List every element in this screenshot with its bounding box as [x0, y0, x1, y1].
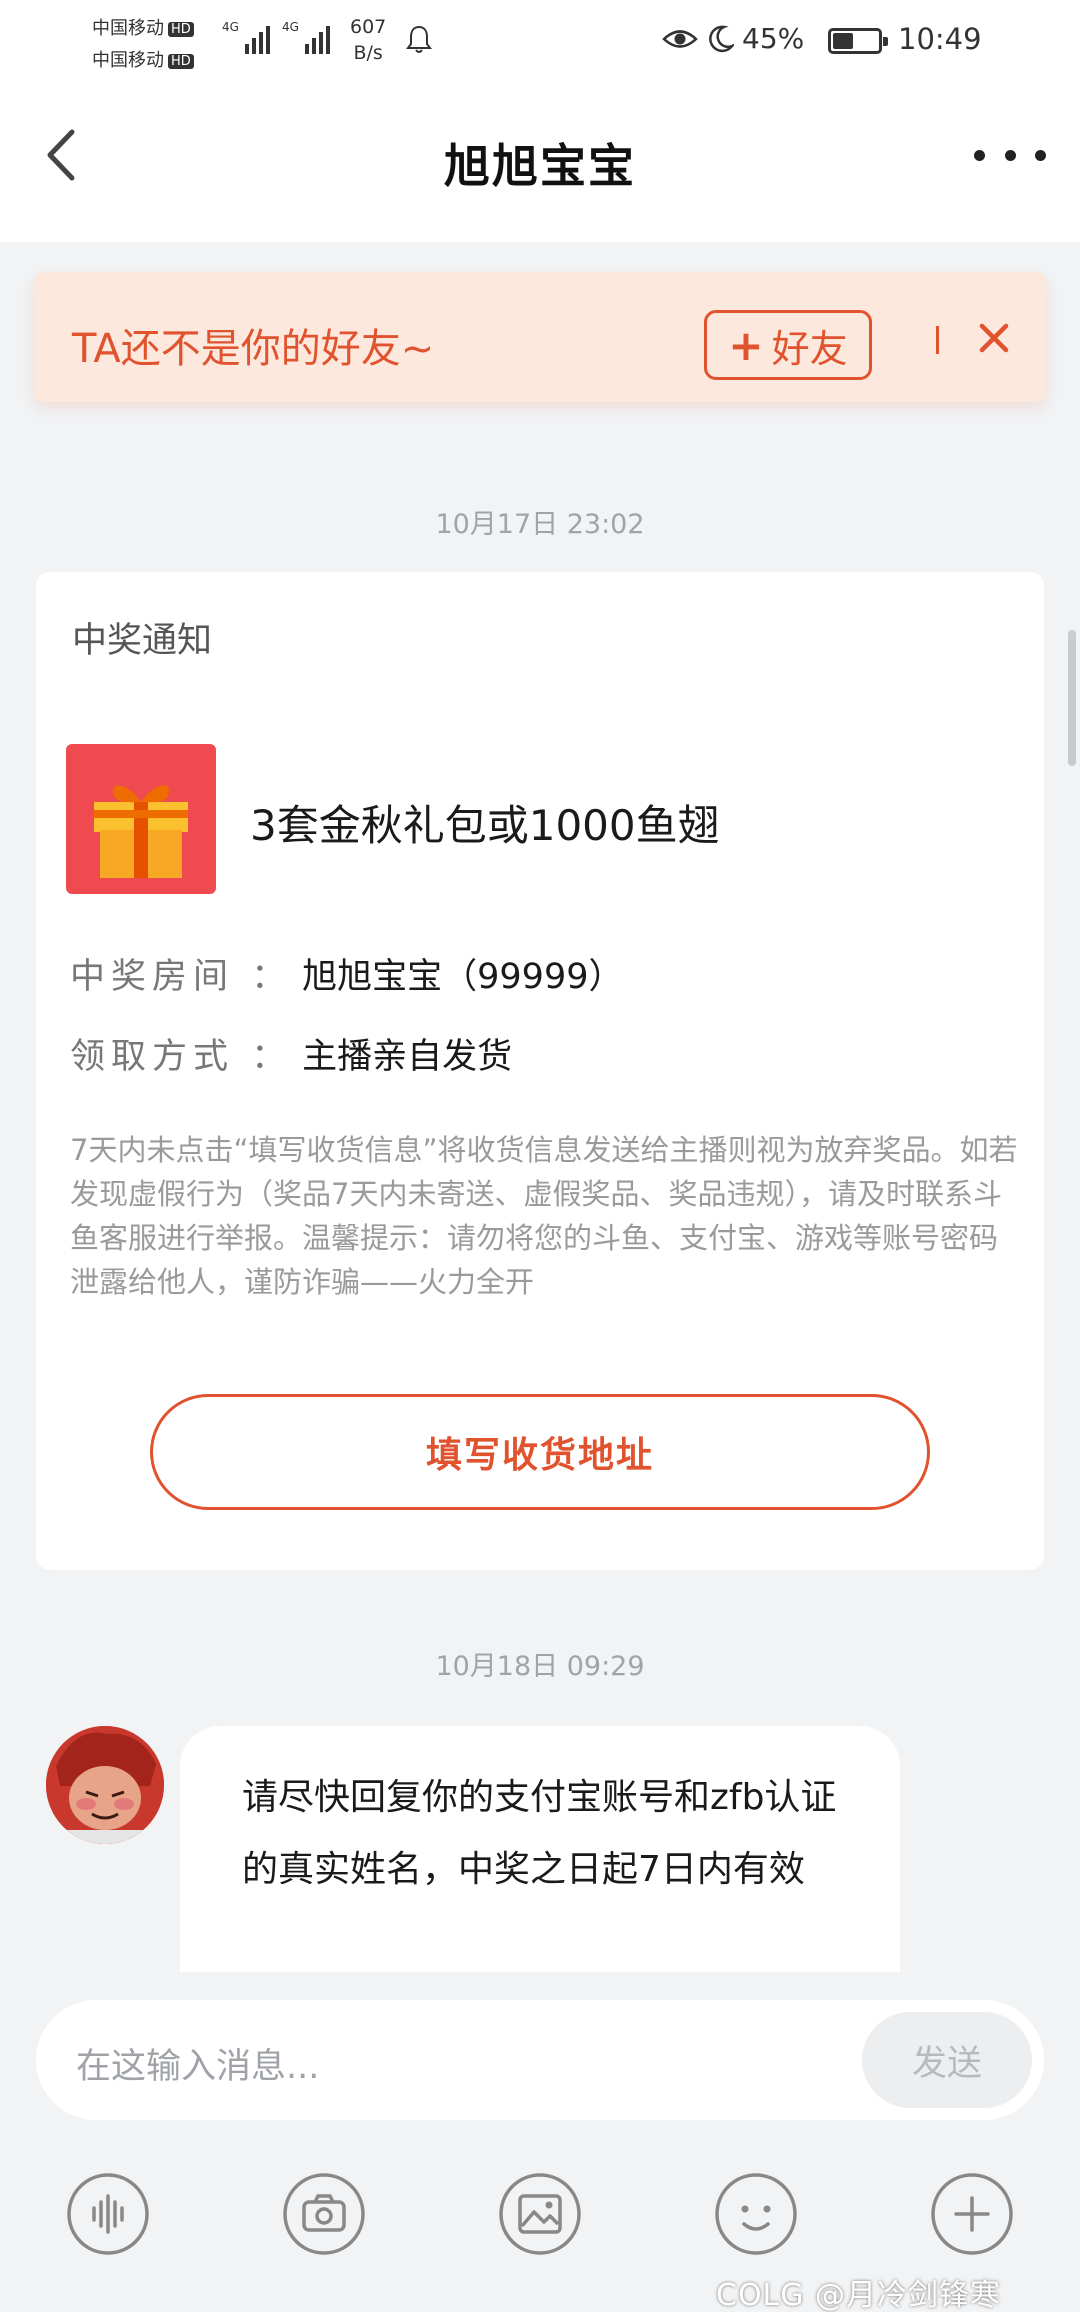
not-friend-banner: TA还不是你的好友~ + 好友 — [34, 272, 1046, 402]
battery-icon — [828, 28, 888, 54]
emoji-icon[interactable] — [714, 2172, 798, 2256]
plus-icon: + — [728, 320, 764, 370]
prize-name: 3套金秋礼包或1000鱼翅 — [250, 801, 720, 850]
plus-icon[interactable] — [930, 2172, 1014, 2256]
input-placeholder: 在这输入消息... — [76, 2047, 320, 2087]
camera-icon[interactable] — [282, 2172, 366, 2256]
method-value: 主播亲自发货 — [302, 1037, 513, 1077]
net-speed: 607 B/s — [350, 14, 386, 66]
add-friend-label: 好友 — [771, 326, 848, 371]
prize-notification-card: 中奖通知 3套金秋礼包或1000鱼翅 中奖房间 ：旭旭宝宝（99999） 领取方… — [36, 572, 1044, 1570]
net-speed-value: 607 — [350, 16, 387, 38]
more-dot-icon — [1035, 149, 1046, 161]
gift-box-icon — [66, 744, 216, 894]
close-banner-button[interactable] — [970, 314, 1018, 362]
moon-icon — [709, 25, 734, 53]
prize-notice-text: 7天内未点击“填写收货信息”将收货信息发送给主播则视为放弃奖品。如若发现虚假行为… — [70, 1133, 1018, 1299]
message-timestamp: 10月18日 09:29 — [435, 1651, 645, 1682]
signal-icon-2: 4G — [282, 20, 330, 54]
method-label: 领取方式 ： — [70, 1037, 293, 1077]
card-title: 中奖通知 — [72, 621, 213, 661]
status-bar: 中国移动 HD 中国移动 HD 4G 4G 607 B/s 45% 10:49 — [0, 0, 1080, 90]
not-friend-text: TA还不是你的好友~ — [72, 326, 435, 372]
message-input[interactable]: 在这输入消息... 发送 — [36, 2000, 1044, 2120]
scrollbar[interactable] — [1068, 630, 1076, 766]
fill-address-button[interactable]: 填写收货地址 — [150, 1394, 930, 1510]
input-bar: 在这输入消息... 发送 — [0, 1972, 1080, 2312]
hd-badge-2: HD — [168, 53, 194, 69]
battery-percent: 45% — [742, 22, 805, 55]
room-value: 旭旭宝宝（99999） — [302, 957, 624, 997]
message-text: 请尽快回复你的支付宝账号和zfb认证的真实姓名，中奖之日起7日内有效 — [242, 1777, 837, 1890]
banner-divider — [936, 326, 939, 354]
net-speed-unit: B/s — [353, 42, 383, 64]
page-title: 旭旭宝宝 — [444, 139, 636, 193]
carrier-label-1: 中国移动 HD — [92, 14, 194, 40]
eye-comfort-icon — [662, 30, 698, 48]
hd-badge-1: HD — [168, 21, 194, 37]
network-type-1: 4G — [222, 20, 239, 34]
add-friend-button[interactable]: + 好友 — [704, 310, 872, 380]
chat-header: 旭旭宝宝 — [0, 90, 1080, 242]
more-dot-icon — [1004, 149, 1016, 161]
image-icon[interactable] — [498, 2172, 582, 2256]
network-type-2: 4G — [282, 20, 299, 34]
carrier-name-1: 中国移动 — [92, 18, 164, 39]
room-label: 中奖房间 ： — [70, 957, 293, 997]
more-dot-icon — [974, 149, 985, 161]
sender-avatar[interactable] — [46, 1726, 164, 1844]
voice-icon[interactable] — [66, 2172, 150, 2256]
message-bubble[interactable]: 请尽快回复你的支付宝账号和zfb认证的真实姓名，中奖之日起7日内有效 — [180, 1726, 900, 1972]
carrier-label-2: 中国移动 HD — [92, 46, 194, 72]
claim-method-row: 领取方式 ：主播亲自发货 — [70, 1028, 512, 1079]
battery-fill — [833, 33, 853, 49]
status-time: 10:49 — [898, 22, 982, 56]
more-options-button[interactable] — [974, 130, 1046, 180]
send-button[interactable]: 发送 — [862, 2012, 1032, 2108]
notification-bell-icon — [406, 25, 432, 53]
watermark: COLG @月冷剑锋寒 — [716, 2278, 1002, 2312]
signal-icon-1: 4G — [222, 20, 270, 54]
message-timestamp: 10月17日 23:02 — [435, 509, 645, 540]
prize-room-row: 中奖房间 ：旭旭宝宝（99999） — [70, 948, 623, 999]
carrier-name-2: 中国移动 — [92, 50, 164, 71]
